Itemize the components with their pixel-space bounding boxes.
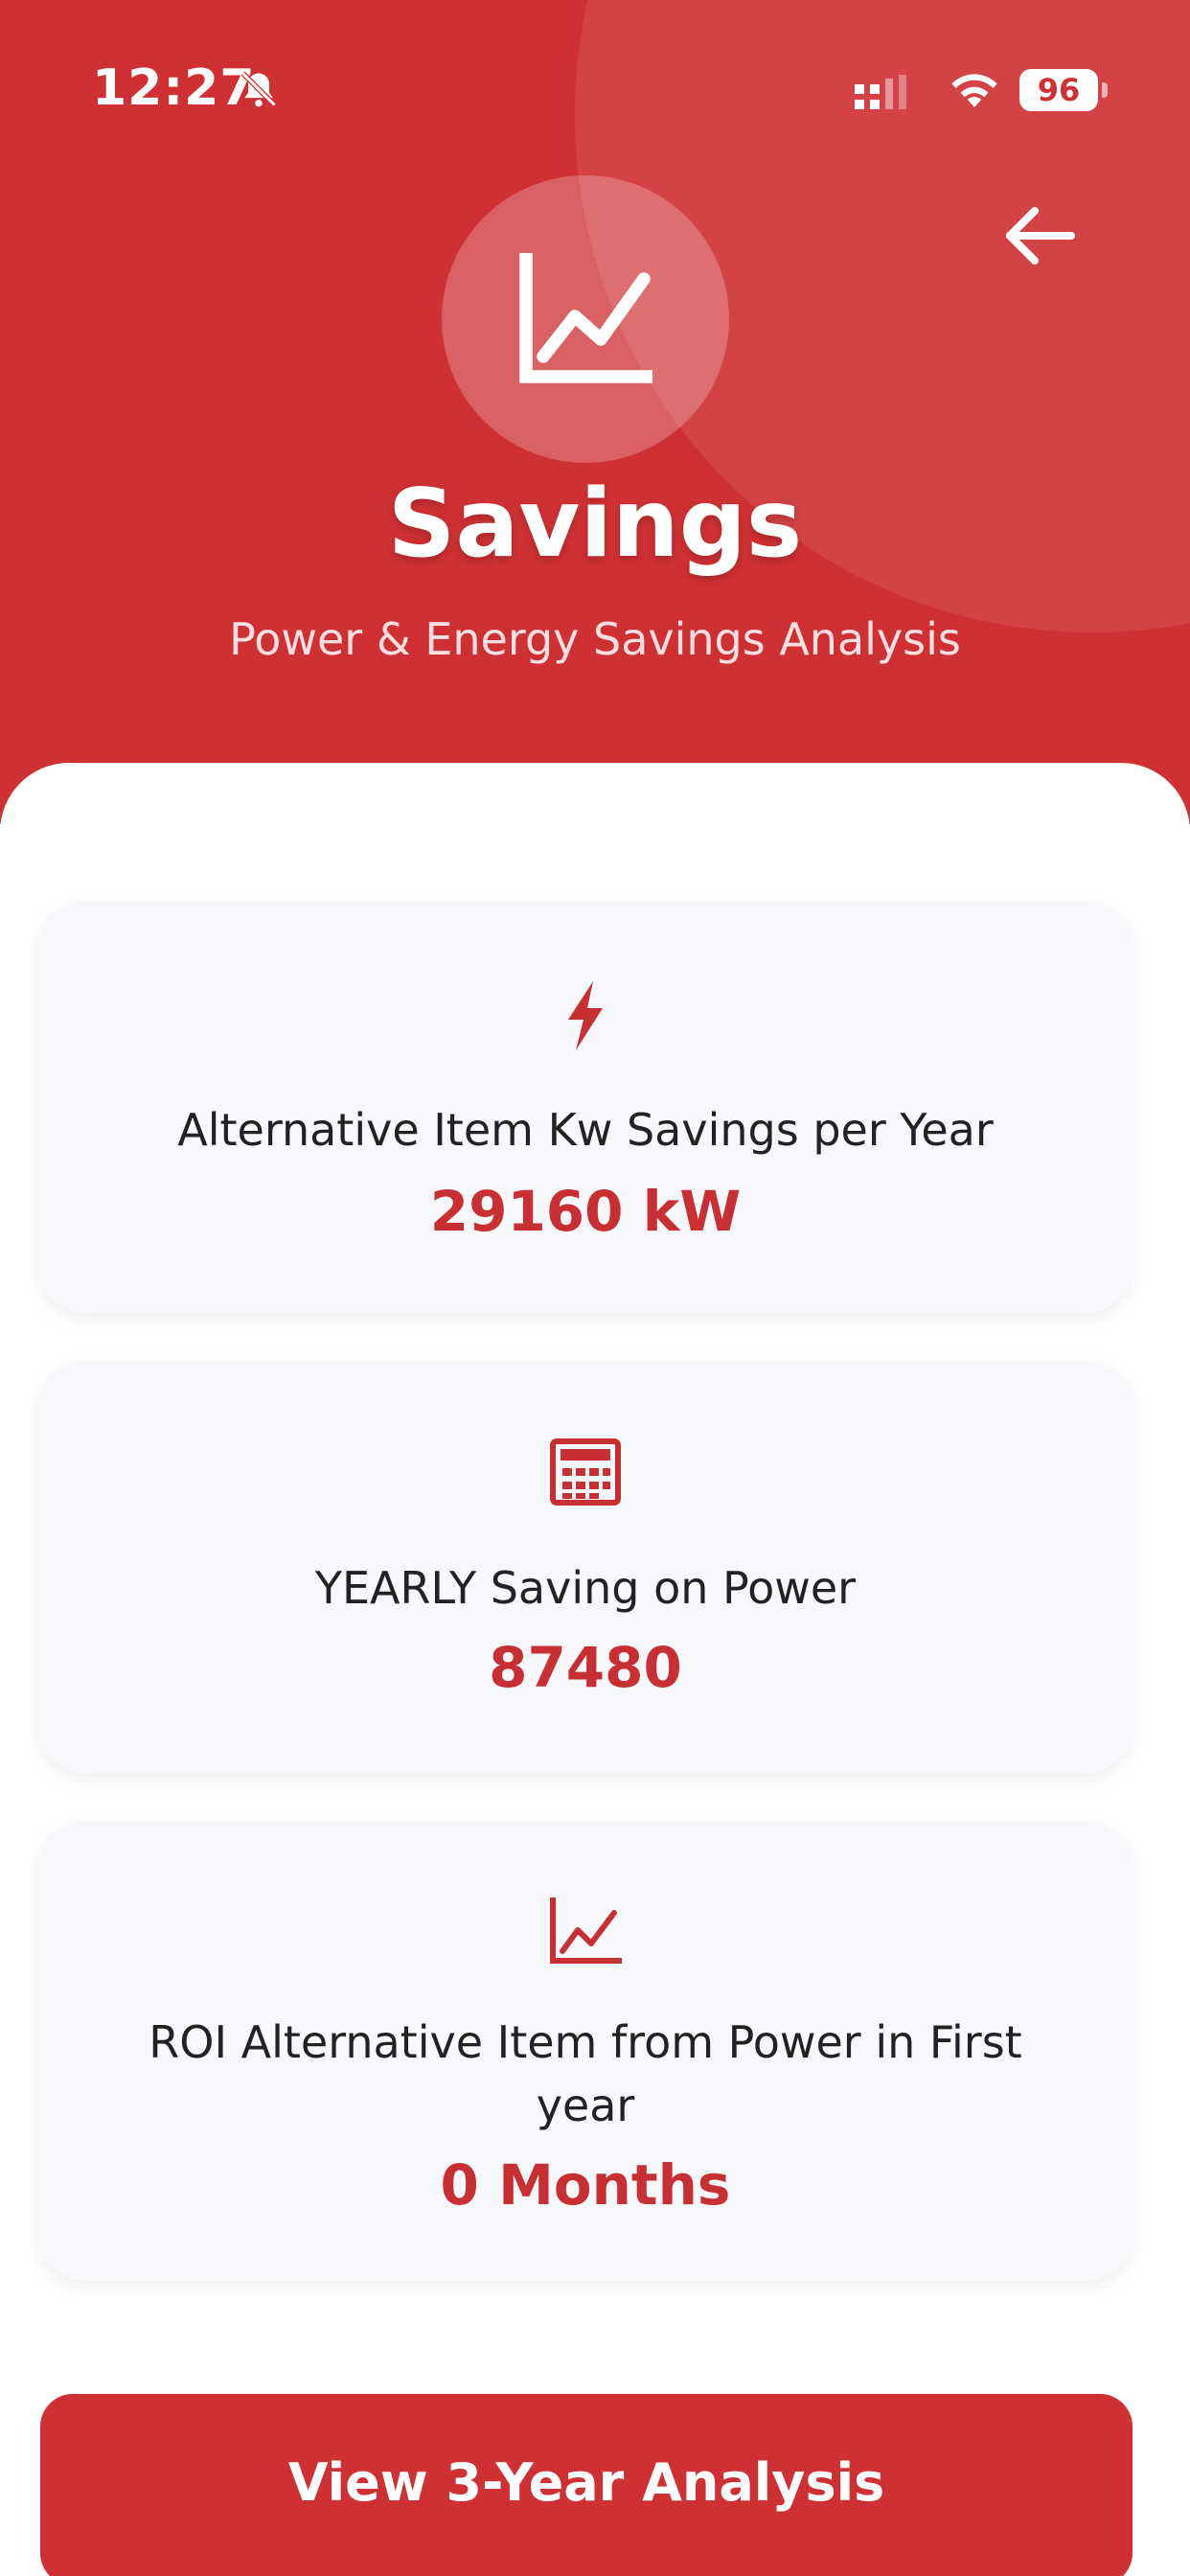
card-label: ROI Alternative Item from Power in First… [149, 2016, 1022, 2131]
kw-savings-card: Alternative Item Kw Savings per Year 291… [38, 901, 1133, 1313]
calculator-icon [550, 1438, 621, 1506]
card-value: 87480 [489, 1635, 682, 1700]
status-time: 12:27 [92, 59, 256, 117]
battery-tip [1102, 82, 1108, 98]
back-button[interactable] [996, 197, 1085, 274]
cellular-signal-icon [855, 75, 906, 109]
wifi-icon [951, 74, 997, 107]
card-value: 29160 kW [429, 1179, 742, 1244]
card-label: YEARLY Saving on Power [314, 1562, 857, 1614]
status-bar: 12:27 96 [0, 0, 1190, 182]
lightning-bolt-icon [568, 981, 603, 1050]
header-logo [442, 175, 729, 463]
chart-line-icon [550, 1898, 622, 1964]
chart-line-icon [519, 253, 652, 383]
battery-level: 96 [1019, 69, 1098, 111]
arrow-left-icon [1006, 207, 1075, 264]
page-subtitle: Power & Energy Savings Analysis [229, 613, 961, 665]
yearly-saving-card: YEARLY Saving on Power 87480 [38, 1361, 1133, 1773]
card-label: Alternative Item Kw Savings per Year [177, 1104, 994, 1156]
roi-card: ROI Alternative Item from Power in First… [38, 1821, 1133, 2281]
page-title: Savings [387, 470, 803, 579]
view-3-year-analysis-button[interactable]: View 3-Year Analysis [40, 2394, 1133, 2576]
bell-muted-icon [240, 71, 277, 107]
header: 12:27 96 Savings Power & Energy Savings … [0, 0, 1190, 824]
card-value: 0 Months [440, 2152, 731, 2218]
savings-screen: 12:27 96 Savings Power & Energy Savings … [0, 0, 1190, 2576]
